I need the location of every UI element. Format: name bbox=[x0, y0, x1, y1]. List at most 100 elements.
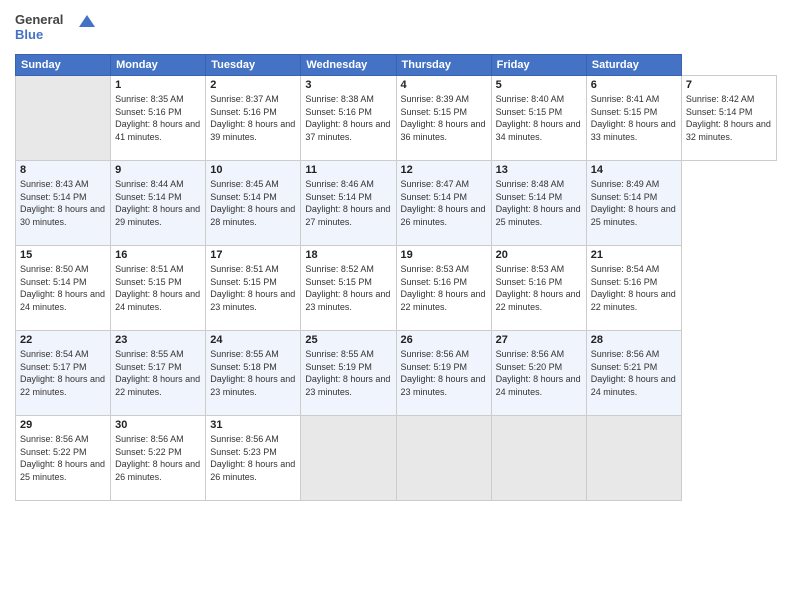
day-number: 8 bbox=[20, 164, 106, 176]
day-number: 18 bbox=[305, 249, 391, 261]
day-detail: Sunrise: 8:56 AMSunset: 5:22 PMDaylight:… bbox=[115, 434, 200, 482]
day-detail: Sunrise: 8:55 AMSunset: 5:17 PMDaylight:… bbox=[115, 349, 200, 397]
day-number: 4 bbox=[401, 79, 487, 91]
day-number: 20 bbox=[496, 249, 582, 261]
day-detail: Sunrise: 8:47 AMSunset: 5:14 PMDaylight:… bbox=[401, 179, 486, 227]
day-cell: 14 Sunrise: 8:49 AMSunset: 5:14 PMDayligh… bbox=[586, 161, 681, 246]
day-cell bbox=[396, 416, 491, 501]
page-container: General Blue SundayMondayTuesdayWednesda… bbox=[0, 0, 792, 612]
day-number: 5 bbox=[496, 79, 582, 91]
day-cell: 26 Sunrise: 8:56 AMSunset: 5:19 PMDayligh… bbox=[396, 331, 491, 416]
day-cell: 15 Sunrise: 8:50 AMSunset: 5:14 PMDayligh… bbox=[16, 246, 111, 331]
day-number: 27 bbox=[496, 334, 582, 346]
day-detail: Sunrise: 8:56 AMSunset: 5:21 PMDaylight:… bbox=[591, 349, 676, 397]
day-number: 6 bbox=[591, 79, 677, 91]
day-number: 29 bbox=[20, 419, 106, 431]
day-detail: Sunrise: 8:42 AMSunset: 5:14 PMDaylight:… bbox=[686, 94, 771, 142]
day-cell: 2 Sunrise: 8:37 AMSunset: 5:16 PMDaylight… bbox=[206, 76, 301, 161]
logo-svg: General Blue bbox=[15, 10, 95, 46]
day-detail: Sunrise: 8:44 AMSunset: 5:14 PMDaylight:… bbox=[115, 179, 200, 227]
day-number: 25 bbox=[305, 334, 391, 346]
day-number: 19 bbox=[401, 249, 487, 261]
day-detail: Sunrise: 8:54 AMSunset: 5:17 PMDaylight:… bbox=[20, 349, 105, 397]
day-number: 12 bbox=[401, 164, 487, 176]
day-cell: 5 Sunrise: 8:40 AMSunset: 5:15 PMDaylight… bbox=[491, 76, 586, 161]
day-number: 23 bbox=[115, 334, 201, 346]
calendar-header-row: SundayMondayTuesdayWednesdayThursdayFrid… bbox=[16, 55, 777, 76]
day-number: 17 bbox=[210, 249, 296, 261]
day-cell: 17 Sunrise: 8:51 AMSunset: 5:15 PMDayligh… bbox=[206, 246, 301, 331]
day-detail: Sunrise: 8:56 AMSunset: 5:23 PMDaylight:… bbox=[210, 434, 295, 482]
day-number: 22 bbox=[20, 334, 106, 346]
day-number: 2 bbox=[210, 79, 296, 91]
day-detail: Sunrise: 8:45 AMSunset: 5:14 PMDaylight:… bbox=[210, 179, 295, 227]
day-detail: Sunrise: 8:49 AMSunset: 5:14 PMDaylight:… bbox=[591, 179, 676, 227]
week-row-3: 22 Sunrise: 8:54 AMSunset: 5:17 PMDayligh… bbox=[16, 331, 777, 416]
day-detail: Sunrise: 8:35 AMSunset: 5:16 PMDaylight:… bbox=[115, 94, 200, 142]
col-header-thursday: Thursday bbox=[396, 55, 491, 76]
day-cell: 22 Sunrise: 8:54 AMSunset: 5:17 PMDayligh… bbox=[16, 331, 111, 416]
day-detail: Sunrise: 8:53 AMSunset: 5:16 PMDaylight:… bbox=[401, 264, 486, 312]
day-detail: Sunrise: 8:48 AMSunset: 5:14 PMDaylight:… bbox=[496, 179, 581, 227]
day-detail: Sunrise: 8:54 AMSunset: 5:16 PMDaylight:… bbox=[591, 264, 676, 312]
day-detail: Sunrise: 8:56 AMSunset: 5:22 PMDaylight:… bbox=[20, 434, 105, 482]
day-number: 24 bbox=[210, 334, 296, 346]
day-detail: Sunrise: 8:51 AMSunset: 5:15 PMDaylight:… bbox=[210, 264, 295, 312]
day-detail: Sunrise: 8:38 AMSunset: 5:16 PMDaylight:… bbox=[305, 94, 390, 142]
day-detail: Sunrise: 8:40 AMSunset: 5:15 PMDaylight:… bbox=[496, 94, 581, 142]
day-detail: Sunrise: 8:53 AMSunset: 5:16 PMDaylight:… bbox=[496, 264, 581, 312]
day-detail: Sunrise: 8:50 AMSunset: 5:14 PMDaylight:… bbox=[20, 264, 105, 312]
day-detail: Sunrise: 8:56 AMSunset: 5:19 PMDaylight:… bbox=[401, 349, 486, 397]
day-cell: 29 Sunrise: 8:56 AMSunset: 5:22 PMDayligh… bbox=[16, 416, 111, 501]
day-cell: 31 Sunrise: 8:56 AMSunset: 5:23 PMDayligh… bbox=[206, 416, 301, 501]
day-number: 10 bbox=[210, 164, 296, 176]
day-cell bbox=[301, 416, 396, 501]
logo: General Blue bbox=[15, 10, 95, 46]
day-number: 28 bbox=[591, 334, 677, 346]
day-cell: 12 Sunrise: 8:47 AMSunset: 5:14 PMDayligh… bbox=[396, 161, 491, 246]
day-detail: Sunrise: 8:39 AMSunset: 5:15 PMDaylight:… bbox=[401, 94, 486, 142]
day-number: 13 bbox=[496, 164, 582, 176]
day-detail: Sunrise: 8:41 AMSunset: 5:15 PMDaylight:… bbox=[591, 94, 676, 142]
day-cell: 9Sunrise: 8:44 AMSunset: 5:14 PMDaylight… bbox=[111, 161, 206, 246]
day-cell: 24Sunrise: 8:55 AMSunset: 5:18 PMDayligh… bbox=[206, 331, 301, 416]
day-cell: 30 Sunrise: 8:56 AMSunset: 5:22 PMDayligh… bbox=[111, 416, 206, 501]
day-detail: Sunrise: 8:51 AMSunset: 5:15 PMDaylight:… bbox=[115, 264, 200, 312]
day-number: 14 bbox=[591, 164, 677, 176]
col-header-monday: Monday bbox=[111, 55, 206, 76]
col-header-sunday: Sunday bbox=[16, 55, 111, 76]
day-number: 15 bbox=[20, 249, 106, 261]
day-cell: 13 Sunrise: 8:48 AMSunset: 5:14 PMDayligh… bbox=[491, 161, 586, 246]
day-cell: 10 Sunrise: 8:45 AMSunset: 5:14 PMDayligh… bbox=[206, 161, 301, 246]
day-detail: Sunrise: 8:56 AMSunset: 5:20 PMDaylight:… bbox=[496, 349, 581, 397]
day-cell: 27 Sunrise: 8:56 AMSunset: 5:20 PMDayligh… bbox=[491, 331, 586, 416]
day-number: 26 bbox=[401, 334, 487, 346]
day-cell bbox=[586, 416, 681, 501]
week-row-0: 1Sunrise: 8:35 AMSunset: 5:16 PMDaylight… bbox=[16, 76, 777, 161]
day-cell: 4 Sunrise: 8:39 AMSunset: 5:15 PMDaylight… bbox=[396, 76, 491, 161]
day-cell bbox=[491, 416, 586, 501]
day-cell: 6 Sunrise: 8:41 AMSunset: 5:15 PMDaylight… bbox=[586, 76, 681, 161]
svg-text:General: General bbox=[15, 12, 63, 27]
week-row-2: 15 Sunrise: 8:50 AMSunset: 5:14 PMDayligh… bbox=[16, 246, 777, 331]
day-number: 21 bbox=[591, 249, 677, 261]
day-number: 7 bbox=[686, 79, 772, 91]
week-row-4: 29 Sunrise: 8:56 AMSunset: 5:22 PMDayligh… bbox=[16, 416, 777, 501]
day-detail: Sunrise: 8:37 AMSunset: 5:16 PMDaylight:… bbox=[210, 94, 295, 142]
col-header-tuesday: Tuesday bbox=[206, 55, 301, 76]
day-number: 30 bbox=[115, 419, 201, 431]
day-cell: 1Sunrise: 8:35 AMSunset: 5:16 PMDaylight… bbox=[111, 76, 206, 161]
day-cell: 3Sunrise: 8:38 AMSunset: 5:16 PMDaylight… bbox=[301, 76, 396, 161]
day-cell: 7 Sunrise: 8:42 AMSunset: 5:14 PMDaylight… bbox=[681, 76, 776, 161]
day-detail: Sunrise: 8:52 AMSunset: 5:15 PMDaylight:… bbox=[305, 264, 390, 312]
day-cell: 28 Sunrise: 8:56 AMSunset: 5:21 PMDayligh… bbox=[586, 331, 681, 416]
col-header-wednesday: Wednesday bbox=[301, 55, 396, 76]
day-cell: 8 Sunrise: 8:43 AMSunset: 5:14 PMDaylight… bbox=[16, 161, 111, 246]
day-cell: 25Sunrise: 8:55 AMSunset: 5:19 PMDayligh… bbox=[301, 331, 396, 416]
day-detail: Sunrise: 8:43 AMSunset: 5:14 PMDaylight:… bbox=[20, 179, 105, 227]
day-cell: 20 Sunrise: 8:53 AMSunset: 5:16 PMDayligh… bbox=[491, 246, 586, 331]
day-cell: 23 Sunrise: 8:55 AMSunset: 5:17 PMDayligh… bbox=[111, 331, 206, 416]
day-detail: Sunrise: 8:46 AMSunset: 5:14 PMDaylight:… bbox=[305, 179, 390, 227]
day-number: 31 bbox=[210, 419, 296, 431]
day-number: 16 bbox=[115, 249, 201, 261]
